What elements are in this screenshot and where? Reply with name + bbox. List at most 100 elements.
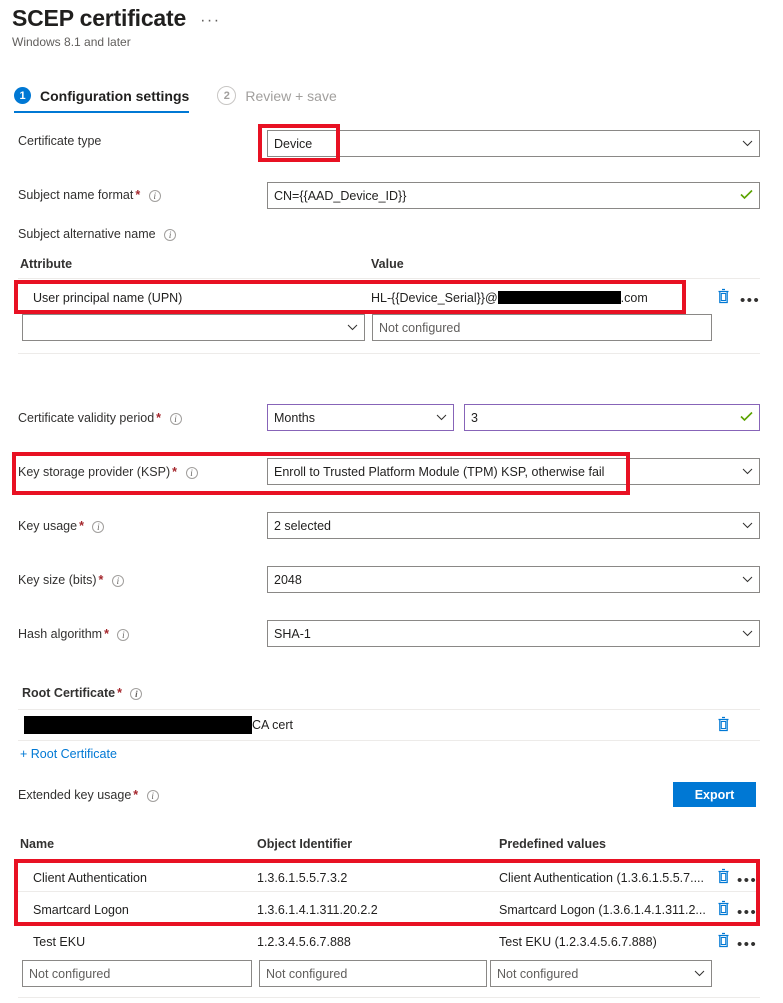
info-icon[interactable]: i [117,628,130,641]
key-storage-provider-label: Key storage provider (KSP) * i [18,465,198,479]
chevron-down-icon [694,968,705,979]
key-size-value: 2048 [274,572,302,587]
info-icon[interactable]: i [130,687,143,700]
san-header-value: Value [371,257,404,271]
page-header: SCEP certificate ··· Windows 8.1 and lat… [12,4,221,49]
eku-row-predefined: Client Authentication (1.3.6.1.5.5.7.... [499,871,704,885]
eku-new-name-placeholder: Not configured [29,966,111,981]
tab-review-save[interactable]: 2 Review + save [217,86,337,114]
redacted-root-certificate-name [24,716,252,734]
ellipsis-icon[interactable]: ••• [737,873,757,888]
info-icon[interactable]: i [185,466,198,479]
trash-icon[interactable] [717,868,730,889]
export-button[interactable]: Export [673,782,756,807]
divider [18,278,760,279]
info-icon[interactable]: i [111,574,124,587]
ellipsis-icon[interactable]: ••• [737,937,757,952]
san-row-value-prefix: HL-{{Device_Serial}}@ [371,291,498,305]
required-asterisk: * [117,686,122,700]
key-storage-provider-select[interactable]: Enroll to Trusted Platform Module (TPM) … [267,458,760,485]
divider [18,709,760,710]
san-new-value-input[interactable]: Not configured [372,314,712,341]
certificate-type-label: Certificate type [18,134,102,148]
header-ellipsis-icon[interactable]: ··· [200,9,220,29]
chevron-down-icon [436,412,447,423]
san-new-attribute-select[interactable] [22,314,365,341]
divider [18,353,760,354]
eku-new-oid-placeholder: Not configured [266,966,348,981]
tab-configuration-settings[interactable]: 1 Configuration settings [14,87,190,113]
eku-new-predefined-select[interactable]: Not configured [490,960,712,987]
info-icon[interactable]: i [169,412,182,425]
ellipsis-icon[interactable]: ••• [740,293,760,308]
trash-icon[interactable] [717,932,730,953]
san-header-attribute: Attribute [20,257,73,271]
eku-new-oid-input[interactable]: Not configured [259,960,487,987]
subject-name-format-input[interactable]: CN={{AAD_Device_ID}} [267,182,760,209]
checkmark-icon [740,411,753,425]
san-row-value: HL-{{Device_Serial}}@ .com [371,291,648,305]
san-new-value-placeholder: Not configured [379,320,461,335]
san-row-attribute: User principal name (UPN) [33,291,183,305]
eku-row-oid: 1.2.3.4.5.6.7.888 [257,935,351,949]
chevron-down-icon [742,574,753,585]
checkmark-icon [740,189,753,203]
chevron-down-icon [742,628,753,639]
eku-header-predefined: Predefined values [499,837,606,851]
required-asterisk: * [156,411,162,425]
required-asterisk: * [79,519,84,533]
tab-number-1: 1 [14,87,31,104]
key-usage-select[interactable]: 2 selected [267,512,760,539]
add-root-certificate-link[interactable]: + Root Certificate [20,747,117,761]
eku-row-oid: 1.3.6.1.5.5.7.3.2 [257,871,348,885]
eku-row-oid: 1.3.6.1.4.1.311.20.2.2 [257,903,378,917]
root-certificate-name-suffix: CA cert [252,718,293,732]
info-icon[interactable]: i [146,789,159,802]
trash-icon[interactable] [717,900,730,921]
page-title: SCEP certificate [12,5,187,31]
key-size-label: Key size (bits) * i [18,573,124,587]
san-row-value-suffix: .com [620,291,648,305]
redacted-domain [497,291,621,304]
info-icon[interactable]: i [92,520,105,533]
eku-row-predefined: Test EKU (1.2.3.4.5.6.7.888) [499,935,657,949]
divider [18,891,760,892]
divider [18,859,760,860]
validity-period-unit-value: Months [274,410,315,425]
tab-configuration-settings-label: Configuration settings [40,87,190,104]
divider [18,740,760,741]
subject-alternative-name-label: Subject alternative name i [18,227,177,241]
validity-period-amount-value: 3 [471,410,478,425]
eku-row-name: Test EKU [33,935,86,949]
trash-icon[interactable] [717,716,730,737]
root-certificate-label: Root Certificate * i [22,686,143,700]
trash-icon[interactable] [717,288,730,309]
tab-review-save-label: Review + save [245,87,337,104]
chevron-down-icon [742,520,753,531]
required-asterisk: * [133,788,139,802]
eku-new-name-input[interactable]: Not configured [22,960,252,987]
chevron-down-icon [742,138,753,149]
certificate-type-select[interactable]: Device [267,130,760,157]
eku-header-oid: Object Identifier [257,837,353,851]
required-asterisk: * [98,573,104,587]
required-asterisk: * [172,465,178,479]
key-size-select[interactable]: 2048 [267,566,760,593]
page-subtitle: Windows 8.1 and later [12,35,131,49]
info-icon[interactable]: i [148,189,161,202]
ellipsis-icon[interactable]: ••• [737,905,757,920]
chevron-down-icon [742,466,753,477]
scep-certificate-page: SCEP certificate ··· Windows 8.1 and lat… [0,0,783,1003]
key-usage-value: 2 selected [274,518,331,533]
hash-algorithm-label: Hash algorithm * i [18,627,130,641]
hash-algorithm-select[interactable]: SHA-1 [267,620,760,647]
certificate-type-value: Device [274,136,313,151]
required-asterisk: * [135,188,141,202]
validity-period-unit-select[interactable]: Months [267,404,454,431]
subject-name-format-label: Subject name format * i [18,188,161,202]
info-icon[interactable]: i [164,228,177,241]
validity-period-amount-input[interactable]: 3 [464,404,760,431]
divider [18,997,760,998]
hash-algorithm-value: SHA-1 [274,626,311,641]
required-asterisk: * [104,627,109,641]
